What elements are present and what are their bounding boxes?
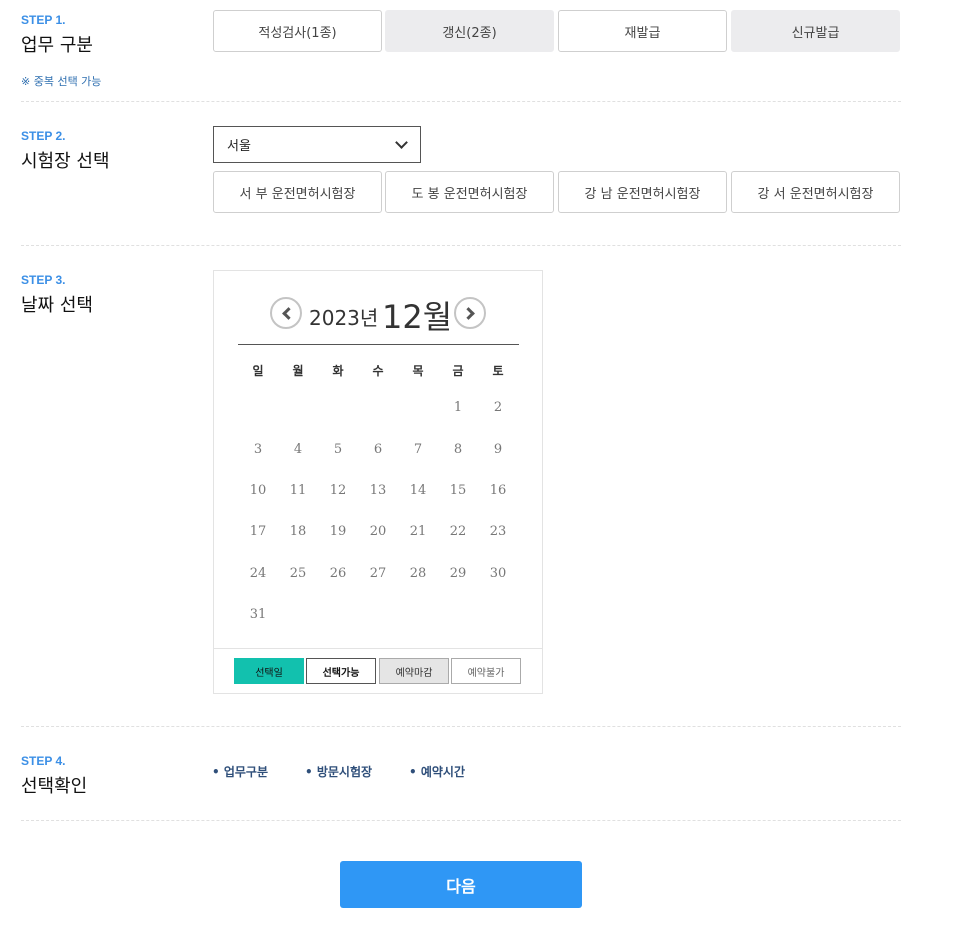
weekday-label: 수 <box>372 364 384 378</box>
weekday-label: 토 <box>492 364 504 378</box>
calendar-day[interactable]: 27 <box>358 566 398 581</box>
next-button[interactable]: 다음 <box>340 861 582 908</box>
calendar-day[interactable]: 3 <box>238 442 278 457</box>
region-select-value: 서울 <box>227 139 251 154</box>
confirm-task-type: • 업무구분 <box>212 765 269 779</box>
calendar-day[interactable]: 25 <box>278 566 318 581</box>
step3-title: 날짜 선택 <box>21 295 93 316</box>
calendar-day[interactable]: 13 <box>358 483 398 498</box>
calendar-day[interactable]: 23 <box>478 524 518 539</box>
calendar-month: 12월 <box>382 298 453 336</box>
task-option-aptitude-test[interactable]: 적성검사(1종) <box>213 10 382 52</box>
weekday-label: 월 <box>292 364 304 378</box>
calendar-day[interactable]: 4 <box>278 442 318 457</box>
legend-divider <box>214 648 542 649</box>
calendar-day[interactable]: 18 <box>278 524 318 539</box>
legend-selected: 선택일 <box>234 658 304 684</box>
calendar-day[interactable]: 29 <box>438 566 478 581</box>
legend-unavailable: 예약불가 <box>451 658 521 684</box>
center-option-gangnam[interactable]: 강 남 운전면허시험장 <box>558 171 727 213</box>
calendar-day[interactable]: 15 <box>438 483 478 498</box>
calendar-day[interactable]: 1 <box>438 400 478 415</box>
calendar-day[interactable]: 9 <box>478 442 518 457</box>
calendar-day[interactable]: 8 <box>438 442 478 457</box>
chevron-down-icon <box>395 136 408 149</box>
weekday-label: 화 <box>332 364 344 378</box>
calendar-day[interactable]: 14 <box>398 483 438 498</box>
calendar-day[interactable]: 6 <box>358 442 398 457</box>
prev-month-button[interactable] <box>270 297 302 329</box>
weekday-label: 목 <box>412 364 424 378</box>
divider <box>21 245 901 246</box>
calendar-day[interactable]: 12 <box>318 483 358 498</box>
chevron-left-icon <box>281 306 295 320</box>
calendar-day[interactable]: 28 <box>398 566 438 581</box>
weekday-label: 금 <box>452 364 464 378</box>
divider <box>21 820 901 821</box>
task-option-renewal[interactable]: 갱신(2종) <box>385 10 554 52</box>
weekday-label: 일 <box>252 364 264 378</box>
calendar-header-line <box>238 344 519 345</box>
calendar-day[interactable]: 21 <box>398 524 438 539</box>
step2-label: STEP 2. <box>21 129 66 143</box>
region-select[interactable]: 서울 <box>213 126 421 163</box>
step3-label: STEP 3. <box>21 273 66 287</box>
calendar-year: 2023년 <box>309 306 379 330</box>
calendar-day[interactable]: 31 <box>238 607 278 622</box>
calendar-day[interactable]: 24 <box>238 566 278 581</box>
calendar-day[interactable]: 26 <box>318 566 358 581</box>
multi-select-note: ※ 중복 선택 가능 <box>21 75 102 88</box>
calendar-day[interactable]: 10 <box>238 483 278 498</box>
task-option-reissue[interactable]: 재발급 <box>558 10 727 52</box>
step4-label: STEP 4. <box>21 754 66 768</box>
center-option-seobu[interactable]: 서 부 운전면허시험장 <box>213 171 382 213</box>
step2-title: 시험장 선택 <box>21 151 110 172</box>
legend-available: 선택가능 <box>306 658 376 684</box>
calendar-day[interactable]: 20 <box>358 524 398 539</box>
divider <box>21 726 901 727</box>
center-option-gangseo[interactable]: 강 서 운전면허시험장 <box>731 171 900 213</box>
calendar-day[interactable]: 17 <box>238 524 278 539</box>
confirm-reservation-time: • 예약시간 <box>409 765 466 779</box>
calendar-day[interactable]: 5 <box>318 442 358 457</box>
calendar-day[interactable]: 2 <box>478 400 518 415</box>
calendar-day[interactable]: 11 <box>278 483 318 498</box>
calendar-header: 2023년 12월 <box>214 293 542 336</box>
confirm-test-center: • 방문시험장 <box>305 765 373 779</box>
next-month-button[interactable] <box>454 297 486 329</box>
calendar-day[interactable]: 30 <box>478 566 518 581</box>
chevron-right-icon <box>461 306 475 320</box>
calendar-day[interactable]: 7 <box>398 442 438 457</box>
calendar-day[interactable]: 22 <box>438 524 478 539</box>
calendar-day[interactable]: 19 <box>318 524 358 539</box>
calendar-day[interactable]: 16 <box>478 483 518 498</box>
task-option-new-issue[interactable]: 신규발급 <box>731 10 900 52</box>
divider <box>21 101 901 102</box>
step1-title: 업무 구분 <box>21 35 93 56</box>
calendar: 2023년 12월 일월화수목금토 1 2 3 4 5 6 7 8 9 10 11 12 13 14 15 1… <box>213 270 543 694</box>
center-option-dobong[interactable]: 도 봉 운전면허시험장 <box>385 171 554 213</box>
legend-closed: 예약마감 <box>379 658 449 684</box>
step1-label: STEP 1. <box>21 13 66 27</box>
step4-title: 선택확인 <box>21 776 88 797</box>
